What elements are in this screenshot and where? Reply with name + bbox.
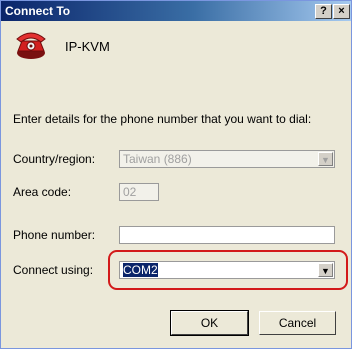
phone-icon xyxy=(16,32,46,59)
connection-name: IP-KVM xyxy=(65,39,110,54)
area-code-label: Area code: xyxy=(13,185,72,199)
cancel-button[interactable]: Cancel xyxy=(259,311,336,335)
area-code-value: 02 xyxy=(123,185,137,199)
chevron-down-icon: ▼ xyxy=(318,152,333,166)
country-region-value: Taiwan (886) xyxy=(123,152,192,166)
ok-button[interactable]: OK xyxy=(170,310,249,336)
country-region-select: Taiwan (886) ▼ xyxy=(119,150,335,168)
connect-using-label: Connect using: xyxy=(13,263,94,277)
dialog-title: Connect To xyxy=(5,4,71,18)
phone-number-field[interactable] xyxy=(119,226,335,244)
close-button[interactable]: × xyxy=(333,4,350,19)
phone-number-label: Phone number: xyxy=(13,228,96,242)
highlight-annotation xyxy=(108,250,348,290)
area-code-field: 02 xyxy=(119,183,159,201)
country-region-label: Country/region: xyxy=(13,152,96,166)
help-button[interactable]: ? xyxy=(315,4,332,19)
dial-prompt: Enter details for the phone number that … xyxy=(13,112,312,126)
connect-to-dialog: Connect To ? × IP-KVM Enter details for … xyxy=(0,0,352,349)
title-bar[interactable]: Connect To ? × xyxy=(1,1,351,21)
